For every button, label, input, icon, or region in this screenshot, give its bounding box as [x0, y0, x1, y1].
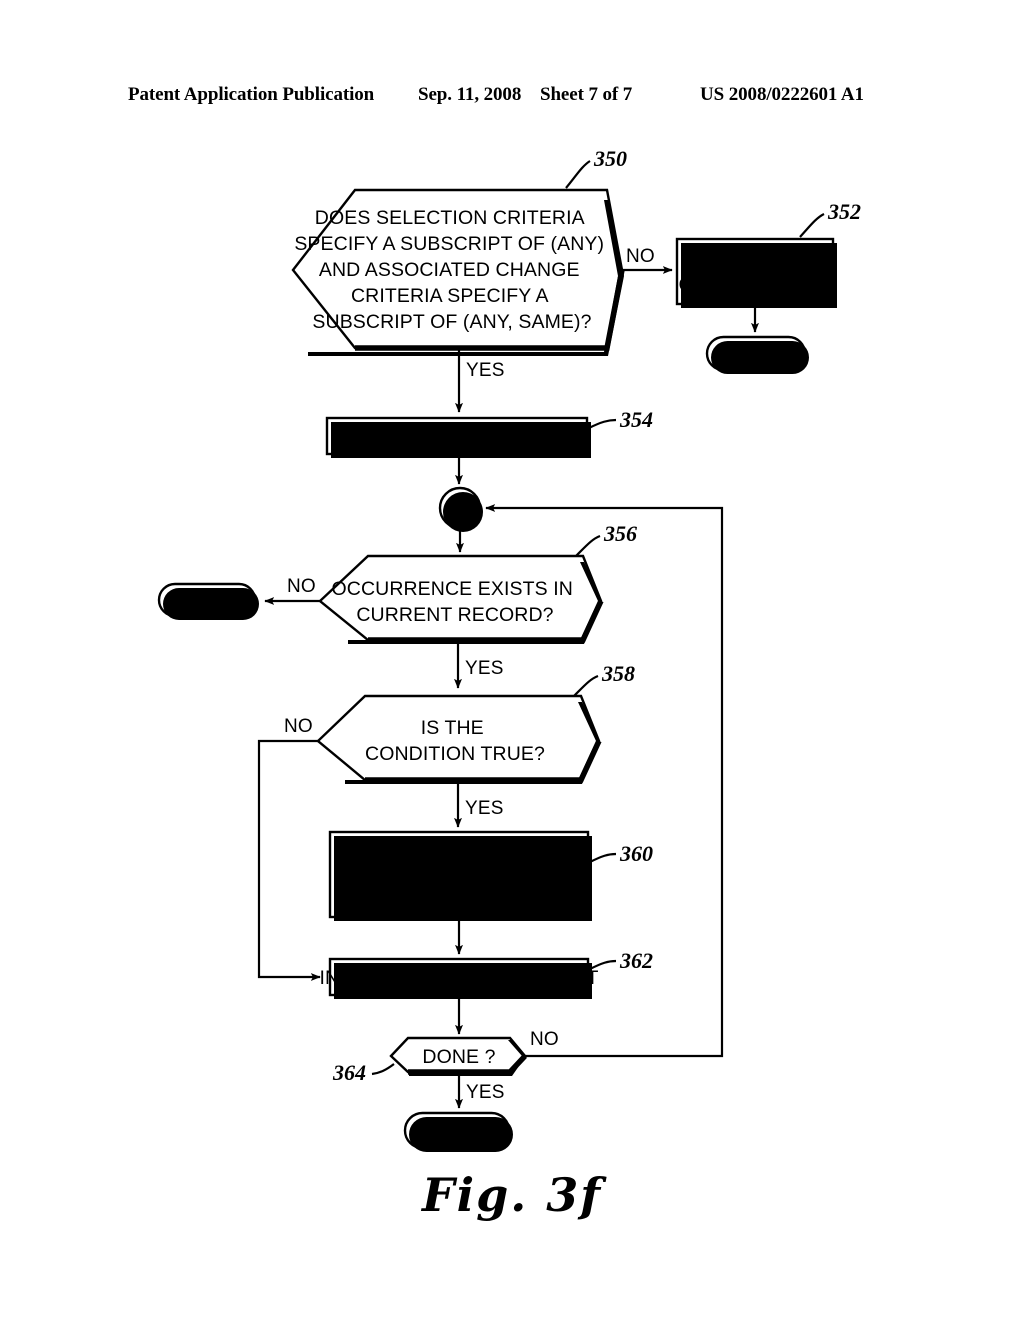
ref-352: 352: [827, 199, 861, 224]
edge-label-356-yes: YES: [465, 658, 504, 679]
process-354-label: SET SUBSCRIPT TO 1: [355, 426, 559, 448]
edge-label-364-no: NO: [530, 1029, 559, 1050]
flowchart-figure-3f: DOES SELECTION CRITERIA SPECIFY A SUBSCR…: [157, 146, 861, 1152]
ref-360: 360: [619, 841, 653, 866]
terminator-end-364: END: [403, 1111, 513, 1152]
edge-label-358-no: NO: [284, 716, 313, 737]
edge-label-358-yes: YES: [465, 798, 504, 819]
ref-362: 362: [619, 948, 653, 973]
terminator-end-352: END: [705, 335, 809, 374]
ref-350: 350: [593, 146, 627, 171]
process-362-label: INCREMENT THE SUBSCRIPT: [320, 967, 599, 989]
patent-page: Patent Application Publication Sep. 11, …: [0, 0, 1024, 1320]
decision-350: DOES SELECTION CRITERIA SPECIFY A SUBSCR…: [291, 146, 627, 356]
edge-label-350-yes: YES: [466, 360, 505, 381]
edge-label-356-no: NO: [287, 576, 316, 597]
ref-354: 354: [619, 407, 653, 432]
decision-356: OCCURRENCE EXISTS IN CURRENT RECORD? 356: [318, 521, 637, 644]
process-360: APPLY THE DISGUISE CRITERIA TO THE SAME …: [328, 830, 653, 921]
terminator-end-356: END: [157, 582, 259, 620]
edge-350-no: NO: [622, 246, 673, 274]
decision-358-label: IS THE CONDITION TRUE?: [365, 717, 545, 765]
edge-label-364-yes: YES: [466, 1082, 505, 1103]
connector-node: [438, 486, 483, 532]
process-354: SET SUBSCRIPT TO 1 354: [325, 407, 653, 458]
process-362: INCREMENT THE SUBSCRIPT 362: [320, 948, 653, 999]
figure-caption: Fig. 3f: [421, 1168, 603, 1222]
terminator-end-356-label: END: [186, 589, 227, 611]
edge-358-no: NO: [257, 716, 321, 981]
decision-350-label: DOES SELECTION CRITERIA SPECIFY A SUBSCR…: [294, 207, 609, 333]
decision-356-label: OCCURRENCE EXISTS IN CURRENT RECORD?: [332, 578, 579, 626]
edge-label-350-no: NO: [626, 246, 655, 267]
terminator-end-352-label: END: [735, 343, 776, 365]
ref-358: 358: [601, 661, 635, 686]
edge-364-yes: YES: [455, 1072, 505, 1109]
ref-356: 356: [603, 521, 637, 546]
edge-356-no: NO: [264, 576, 320, 605]
edge-356-yes: YES: [454, 640, 504, 689]
decision-358: IS THE CONDITION TRUE? 358: [316, 661, 635, 784]
edge-350-yes: YES: [455, 348, 505, 413]
edge-358-yes: YES: [454, 780, 504, 828]
decision-364-label: DONE ?: [422, 1046, 495, 1068]
ref-364: 364: [332, 1060, 366, 1085]
decision-364: DONE ? 364: [332, 1036, 528, 1085]
terminator-end-364-label: END: [436, 1119, 477, 1141]
process-352: PROCESS CRITERIA ONCE 352: [675, 199, 861, 308]
